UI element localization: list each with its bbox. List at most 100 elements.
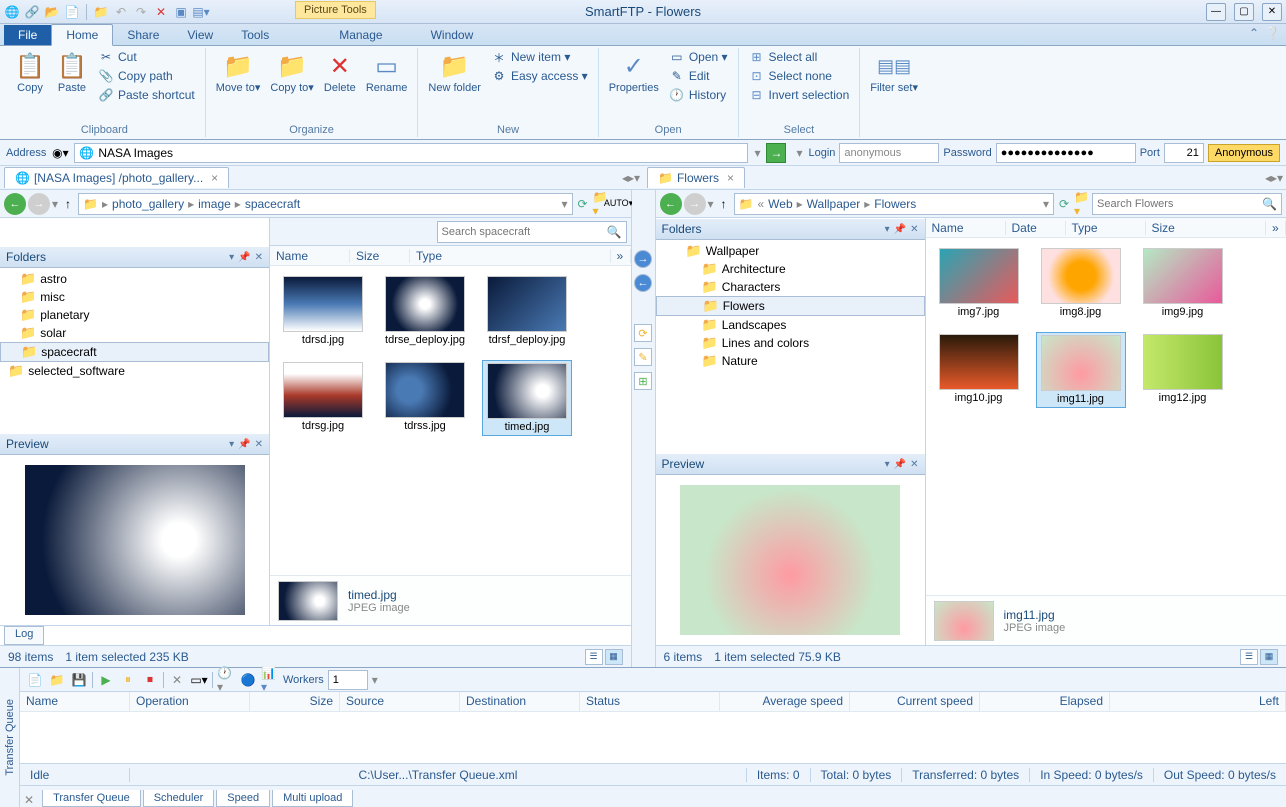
- anonymous-button[interactable]: Anonymous: [1208, 144, 1280, 162]
- transfer-left-button[interactable]: ←: [634, 274, 652, 292]
- close-tq-icon[interactable]: ✕: [24, 793, 34, 807]
- tq-col-name[interactable]: Name: [20, 692, 130, 711]
- tq-add-folder-icon[interactable]: 📁: [48, 671, 66, 689]
- copy-path-button[interactable]: 📎Copy path: [94, 67, 199, 85]
- help-icon[interactable]: ❔: [1265, 26, 1280, 40]
- tq-tab-multi[interactable]: Multi upload: [272, 790, 353, 807]
- close-panel-icon[interactable]: ✕: [910, 459, 918, 470]
- workers-input[interactable]: [328, 670, 368, 690]
- close-button[interactable]: ✕: [1262, 3, 1282, 21]
- tq-tab-speed[interactable]: Speed: [216, 790, 270, 807]
- close-tab-icon[interactable]: ×: [211, 171, 218, 185]
- tree-item-selected[interactable]: 📁spacecraft: [0, 342, 269, 362]
- port-input[interactable]: [1164, 143, 1204, 163]
- copy-button[interactable]: 📋Copy: [10, 48, 50, 96]
- file-thumb[interactable]: tdrss.jpg: [380, 360, 470, 436]
- tq-col-dest[interactable]: Destination: [460, 692, 580, 711]
- right-breadcrumb[interactable]: 📁« Web▸ Wallpaper▸ Flowers ▾: [734, 193, 1054, 215]
- tq-col-avg[interactable]: Average speed: [720, 692, 850, 711]
- tq-col-size[interactable]: Size: [250, 692, 340, 711]
- log-tab[interactable]: Log: [4, 626, 44, 645]
- right-panel-tab[interactable]: 📁Flowers×: [647, 167, 745, 188]
- col-name[interactable]: Name: [926, 221, 1006, 235]
- qat-open-icon[interactable]: 📂: [44, 4, 60, 20]
- tq-network-icon[interactable]: 🔵: [239, 671, 257, 689]
- left-panel-tab[interactable]: 🌐[NASA Images] /photo_gallery...×: [4, 167, 229, 188]
- back-button[interactable]: ←: [660, 193, 682, 215]
- pin-icon[interactable]: 📌: [238, 439, 250, 450]
- delete-button[interactable]: ✕Delete: [320, 48, 360, 96]
- col-more[interactable]: »: [1266, 221, 1286, 235]
- tq-col-source[interactable]: Source: [340, 692, 460, 711]
- tree-item[interactable]: 📁solar: [0, 324, 269, 342]
- left-search-box[interactable]: 🔍: [437, 221, 627, 243]
- paste-shortcut-button[interactable]: 🔗Paste shortcut: [94, 86, 199, 104]
- tab-window[interactable]: Window: [417, 25, 488, 45]
- up-button[interactable]: ↑: [60, 196, 76, 212]
- col-name[interactable]: Name: [270, 249, 350, 263]
- col-more[interactable]: »: [611, 249, 631, 263]
- dropdown-icon[interactable]: ▾: [885, 224, 890, 235]
- tree-item[interactable]: 📁misc: [0, 288, 269, 306]
- tree-item[interactable]: 📁Architecture: [656, 260, 925, 278]
- tab-tools[interactable]: Tools: [227, 25, 283, 45]
- tq-play-icon[interactable]: ▶: [97, 671, 115, 689]
- dropdown-icon[interactable]: ▾: [885, 459, 890, 470]
- file-thumb-selected[interactable]: timed.jpg: [482, 360, 572, 436]
- pin-icon[interactable]: 📌: [894, 224, 906, 235]
- qat-folder-icon[interactable]: 📁: [93, 4, 109, 20]
- file-thumb[interactable]: tdrsg.jpg: [278, 360, 368, 436]
- new-folder-button[interactable]: 📁New folder: [424, 48, 485, 96]
- new-item-button[interactable]: ＊New item ▾: [487, 48, 592, 66]
- forward-button[interactable]: →: [28, 193, 50, 215]
- select-none-button[interactable]: ⊡Select none: [745, 67, 854, 85]
- close-panel-icon[interactable]: ✕: [255, 252, 263, 263]
- tree-item[interactable]: 📁Wallpaper: [656, 242, 925, 260]
- up-button[interactable]: ↑: [716, 196, 732, 212]
- maximize-button[interactable]: ▢: [1234, 3, 1254, 21]
- file-thumb[interactable]: img7.jpg: [934, 246, 1024, 320]
- back-button[interactable]: ←: [4, 193, 26, 215]
- open-button[interactable]: ▭Open ▾: [665, 48, 732, 66]
- tab-share[interactable]: Share: [113, 25, 173, 45]
- file-thumb[interactable]: img9.jpg: [1138, 246, 1228, 320]
- tq-clock-icon[interactable]: 🕐▾: [217, 671, 235, 689]
- right-search-input[interactable]: [1097, 198, 1262, 210]
- right-search-box[interactable]: 🔍: [1092, 193, 1282, 215]
- edit-button[interactable]: ✎: [634, 348, 652, 366]
- view-thumbs-icon[interactable]: ▦: [605, 649, 623, 665]
- qat-redo-icon[interactable]: ↷: [133, 4, 149, 20]
- move-to-button[interactable]: 📁Move to▾: [212, 48, 265, 96]
- close-panel-icon[interactable]: ✕: [255, 439, 263, 450]
- sync-button[interactable]: ⟳: [634, 324, 652, 342]
- qat-new-icon[interactable]: 📄: [64, 4, 80, 20]
- password-input[interactable]: [996, 143, 1136, 163]
- tree-item[interactable]: 📁Landscapes: [656, 316, 925, 334]
- tab-home[interactable]: Home: [51, 24, 113, 46]
- close-tab-icon[interactable]: ×: [727, 171, 734, 185]
- transfer-right-button[interactable]: →: [634, 250, 652, 268]
- refresh-button[interactable]: ⟳: [575, 196, 591, 212]
- dropdown-icon[interactable]: ▾: [229, 439, 234, 450]
- tab-nav-icon[interactable]: ◂▸▾: [623, 170, 639, 186]
- search-icon[interactable]: 🔍: [607, 225, 622, 239]
- paste-button[interactable]: 📋Paste: [52, 48, 92, 96]
- tq-col-operation[interactable]: Operation: [130, 692, 250, 711]
- tree-item[interactable]: 📁Characters: [656, 278, 925, 296]
- file-thumb[interactable]: tdrsd.jpg: [278, 274, 368, 348]
- address-input[interactable]: 🌐NASA Images: [74, 143, 748, 163]
- sync-button[interactable]: 📁▾: [1074, 196, 1090, 212]
- file-thumb[interactable]: img8.jpg: [1036, 246, 1126, 320]
- minimize-button[interactable]: —: [1206, 3, 1226, 21]
- login-input[interactable]: [839, 143, 939, 163]
- filter-set-button[interactable]: ▤▤Filter set▾: [866, 48, 922, 96]
- cut-button[interactable]: ✂Cut: [94, 48, 199, 66]
- properties-button[interactable]: ✓Properties: [605, 48, 663, 96]
- auto-button[interactable]: AUTO▾: [611, 196, 627, 212]
- col-size[interactable]: Size: [350, 249, 410, 263]
- view-details-icon[interactable]: ☰: [585, 649, 603, 665]
- easy-access-button[interactable]: ⚙Easy access ▾: [487, 67, 592, 85]
- tab-file[interactable]: File: [4, 25, 51, 45]
- tree-item-selected[interactable]: 📁Flowers: [656, 296, 925, 316]
- pin-icon[interactable]: 📌: [238, 252, 250, 263]
